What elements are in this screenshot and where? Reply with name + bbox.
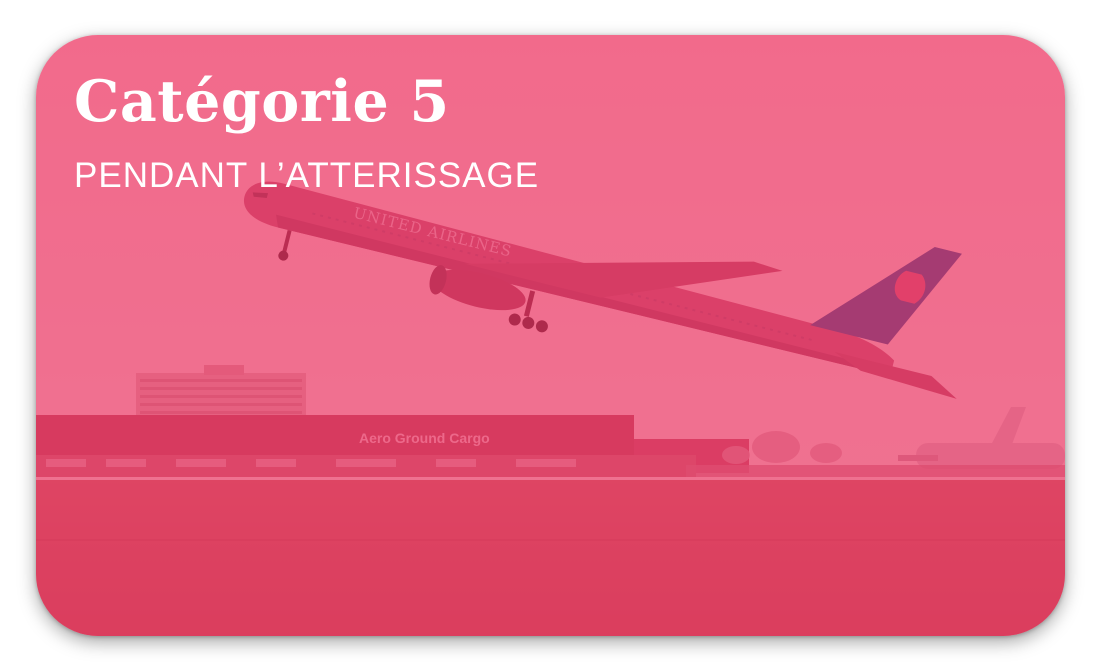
cargo-sign: Aero Ground Cargo bbox=[359, 430, 490, 446]
category-card[interactable]: Aero Ground Cargo UNITED AIRLINES Catégo… bbox=[36, 35, 1065, 636]
card-subtitle: PENDANT L’ATTERISSAGE bbox=[74, 156, 540, 195]
card-text: Catégorie 5 PENDANT L’ATTERISSAGE bbox=[74, 73, 539, 196]
hotel-building bbox=[136, 365, 306, 421]
card-title: Catégorie 5 bbox=[74, 68, 450, 135]
